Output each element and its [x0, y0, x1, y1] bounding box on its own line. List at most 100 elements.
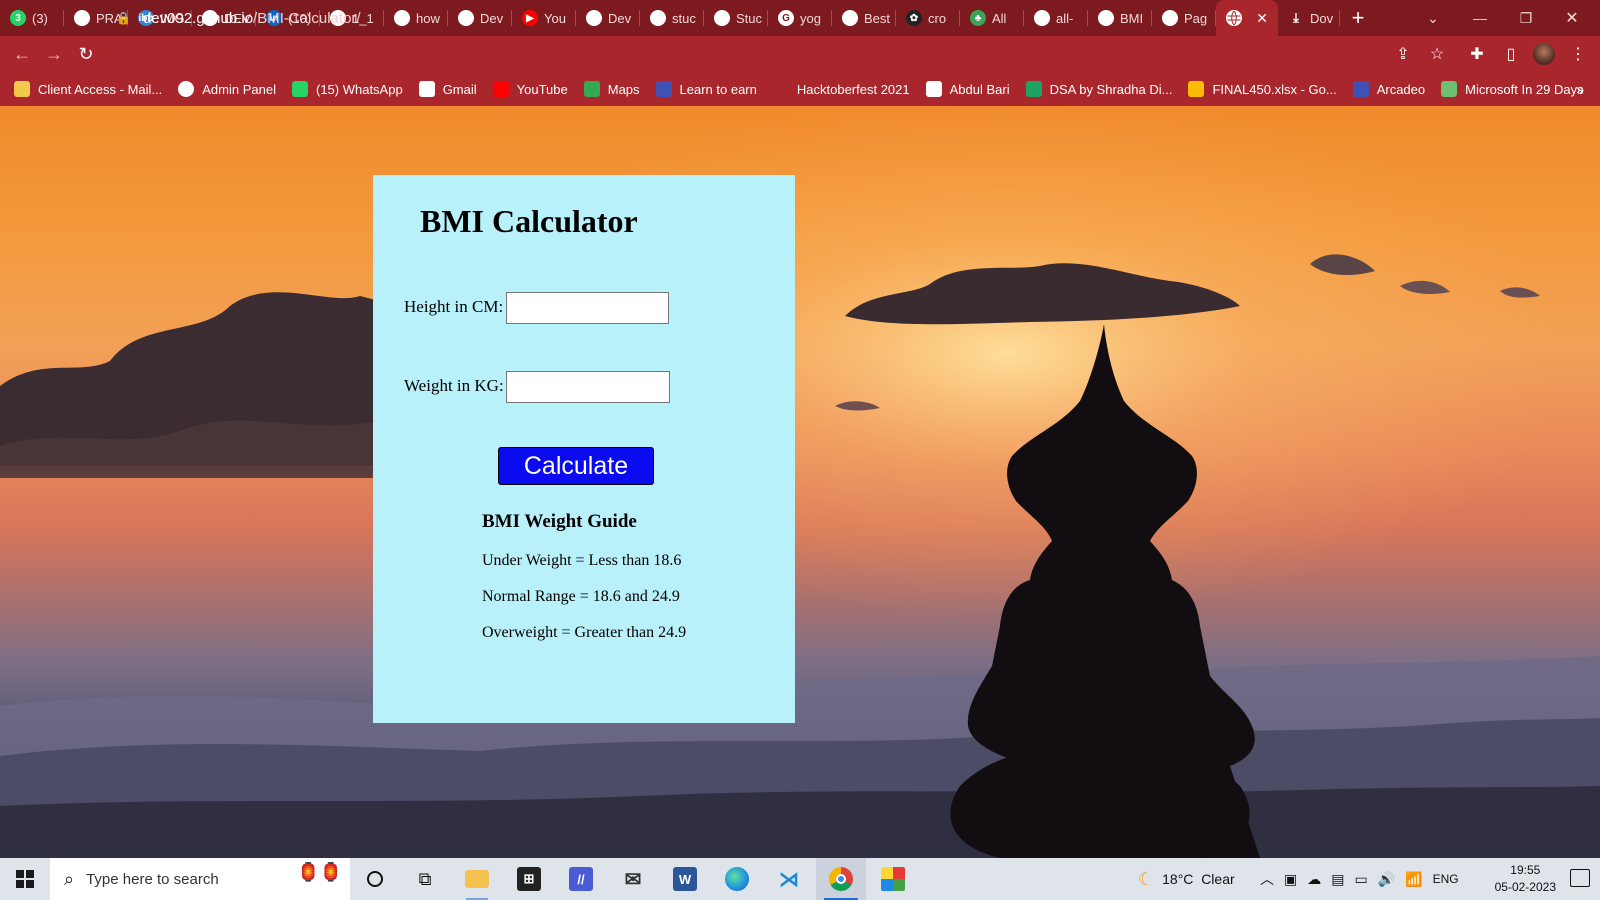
bookmark-item[interactable]: Abdul Bari	[925, 81, 1010, 97]
bookmark-app-icon	[655, 81, 672, 97]
side-panel-icon[interactable]: ▯	[1494, 36, 1528, 72]
language-indicator[interactable]: ENG	[1433, 872, 1459, 886]
taskbar-app-blue[interactable]: //	[556, 858, 606, 900]
taskbar-word[interactable]: W	[660, 858, 710, 900]
reload-button[interactable]: ↻	[70, 38, 102, 70]
bookmark-label: Client Access - Mail...	[38, 81, 163, 97]
task-view-button[interactable]: ⧉	[400, 858, 450, 900]
bookmark-item[interactable]: YouTube	[492, 81, 568, 97]
volume-icon[interactable]: 🔊	[1378, 871, 1395, 888]
bookmark-item[interactable]: Hacktoberfest 2021	[772, 81, 910, 97]
sunset-background	[0, 106, 1600, 858]
meet-icon[interactable]: ▣	[1284, 871, 1297, 888]
tab-label: (3)	[32, 10, 48, 26]
cortana-icon	[367, 871, 383, 887]
address-bar-row: ← → ↻	[0, 36, 1600, 72]
bookmark-item[interactable]: Microsoft In 29 Days	[1441, 81, 1584, 97]
defender-icon[interactable]: ▤	[1331, 871, 1344, 888]
bookmark-item[interactable]: Gmail	[418, 81, 477, 97]
bookmarks-bar: Client Access - Mail... Admin Panel (15) W…	[0, 72, 1600, 106]
taskbar-vscode[interactable]: ⋊	[764, 858, 814, 900]
bookmark-item[interactable]: (15) WhatsApp	[291, 81, 403, 97]
chrome-icon	[829, 867, 853, 891]
clock-date: 05-02-2023	[1494, 880, 1556, 894]
taskbar-file-explorer[interactable]	[452, 858, 502, 900]
start-button[interactable]	[0, 858, 50, 900]
bookmark-item[interactable]: FINAL450.xlsx - Go...	[1188, 81, 1337, 97]
lock-icon: 🔒	[116, 11, 131, 25]
word-icon: W	[673, 867, 697, 891]
url-path: /BMI-Calculator/	[253, 9, 361, 27]
menu-icon[interactable]: ⋮	[1561, 36, 1595, 72]
clock-time: 19:55	[1510, 863, 1541, 877]
bookmark-star-icon[interactable]: ☆	[1420, 36, 1454, 72]
windows-icon	[16, 870, 34, 888]
taskbar-app-colorful[interactable]	[868, 858, 918, 900]
bookmark-item[interactable]: Client Access - Mail...	[14, 81, 162, 97]
url-field[interactable]: 🔒 dev092.github.io/BMI-Calculator/	[116, 4, 1434, 32]
taskbar-chrome[interactable]	[816, 858, 866, 900]
close-window-button[interactable]: ✕	[1549, 0, 1595, 36]
store-icon: ⊞	[517, 867, 541, 891]
forward-button[interactable]: →	[38, 38, 70, 70]
bookmark-app-icon	[1352, 81, 1369, 97]
guide-title: BMI Weight Guide	[482, 511, 637, 532]
lanterns-icon: 🏮🏮	[297, 862, 342, 882]
colorful-app-icon	[881, 867, 905, 891]
height-input[interactable]	[506, 292, 669, 324]
clock[interactable]: 19:55 05-02-2023	[1495, 862, 1556, 896]
taskbar-edge[interactable]	[712, 858, 762, 900]
taskbar-search[interactable]: ⌕ Type here to search 🏮🏮	[50, 858, 350, 900]
vscode-icon: ⋊	[779, 868, 799, 891]
taskbar-mail[interactable]: ✉	[608, 858, 658, 900]
calculate-button[interactable]: Calculate	[498, 447, 654, 485]
bookmark-item[interactable]: Learn to earn	[655, 81, 757, 97]
bookmark-label: YouTube	[516, 81, 568, 97]
bookmark-item[interactable]: Maps	[583, 81, 640, 97]
taskbar-store[interactable]: ⊞	[504, 858, 554, 900]
bookmarks-overflow-icon[interactable]: »	[1576, 72, 1584, 106]
globe-icon	[74, 10, 90, 26]
bookmark-label: Abdul Bari	[949, 81, 1010, 97]
extensions-icon[interactable]: ✚	[1460, 36, 1494, 72]
bookmark-label: Gmail	[442, 81, 477, 97]
pen-app-icon: //	[569, 867, 593, 891]
hacktoberfest-icon	[772, 81, 789, 97]
mail-icon	[14, 81, 30, 97]
moon-icon: ☾	[1138, 868, 1155, 889]
page-viewport: BMI Calculator Height in CM: Weight in K…	[0, 106, 1600, 858]
restore-button[interactable]: ❐	[1503, 0, 1549, 36]
maps-icon	[583, 81, 600, 97]
cloud-icon[interactable]: ☁	[1307, 871, 1321, 888]
tab[interactable]: 3 (3)	[0, 0, 64, 36]
bookmark-label: Maps	[607, 81, 640, 97]
cortana-button[interactable]	[350, 858, 400, 900]
wifi-icon[interactable]: 📶	[1405, 871, 1422, 888]
folder-icon	[465, 870, 489, 888]
udemy-icon	[925, 81, 942, 97]
weather-widget[interactable]: ☾ 18°C Clear	[1138, 858, 1235, 900]
guide-line-underweight: Under Weight = Less than 18.6	[482, 552, 682, 569]
bookmark-item[interactable]: DSA by Shradha Di...	[1025, 81, 1173, 97]
bookmark-label: FINAL450.xlsx - Go...	[1212, 81, 1337, 97]
back-button[interactable]: ←	[6, 38, 38, 70]
whatsapp-icon: 3	[10, 10, 26, 26]
share-icon[interactable]: ⇪	[1386, 36, 1420, 72]
bookmark-label: DSA by Shradha Di...	[1049, 81, 1173, 97]
weight-input[interactable]	[506, 371, 670, 403]
height-label: Height in CM:	[404, 297, 504, 316]
tray-icons: ︿ ▣ ☁ ▤ ▭ 🔊 📶 ENG	[1260, 858, 1459, 900]
bookmark-label: Learn to earn	[679, 81, 757, 97]
youtube-icon	[492, 81, 509, 97]
minimize-button[interactable]: —	[1457, 0, 1503, 36]
page-title: BMI Calculator	[420, 203, 638, 239]
chevron-up-icon[interactable]: ︿	[1260, 869, 1274, 889]
bookmark-label: Hacktoberfest 2021	[796, 81, 910, 97]
sheets-icon	[1025, 81, 1042, 97]
battery-icon[interactable]: ▭	[1354, 871, 1367, 888]
avatar[interactable]	[1527, 36, 1561, 72]
notification-icon[interactable]	[1570, 869, 1590, 887]
bookmark-item[interactable]: Admin Panel	[178, 81, 276, 97]
bookmark-item[interactable]: Arcadeo	[1352, 81, 1425, 97]
globe-icon	[178, 81, 195, 97]
